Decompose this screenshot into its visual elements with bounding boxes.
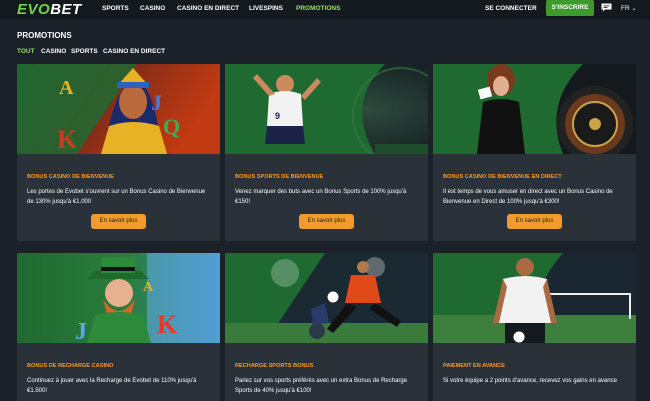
nav-item-sports[interactable]: SPORTS	[102, 5, 129, 13]
promo-card-sports-welcome: 9 BONUS SPORTS DE BIENVENUE Venez marque…	[225, 64, 428, 241]
promo-image: A K J Q	[17, 64, 220, 154]
learn-more-button[interactable]: En savoir plus	[299, 214, 354, 229]
promo-description: Si votre équipe a 2 points d'avance, rec…	[443, 378, 617, 384]
promo-title: BONUS CASINO DE BIENVENUE EN DIRECT	[443, 174, 562, 180]
promo-description: Les portes de Evobet s'ouvrent sur un Bo…	[27, 189, 206, 205]
promo-description: Pariez sur vos sports préférés avec un e…	[235, 378, 408, 394]
promo-title: BONUS DE RECHARGE CASINO	[27, 363, 114, 369]
promo-card-early-payout: PAIEMENT EN AVANCE Si votre équipe a 2 p…	[433, 253, 636, 401]
promo-title: RECHARGE SPORTS BONUS	[235, 363, 314, 369]
filter-tab-live-casino[interactable]: CASINO EN DIRECT	[103, 48, 165, 56]
nav-item-live-casino[interactable]: CASINO EN DIRECT	[177, 5, 239, 13]
promo-image: 9	[225, 64, 428, 154]
filter-tab-all[interactable]: TOUT	[17, 48, 35, 56]
promo-card-casino-reload: J K A BONUS DE RECHARGE CASINO Continuez…	[17, 253, 220, 401]
promo-description: Continuez à jouer avec la Recharge de Ev…	[27, 378, 197, 394]
chat-icon[interactable]	[601, 3, 612, 12]
evobet-logo[interactable]: EVOBET	[17, 2, 82, 17]
page-title: PROMOTIONS	[17, 31, 72, 40]
nav-item-promotions[interactable]: PROMOTIONS	[296, 5, 340, 13]
promo-description: Venez marquer des buts avec un Bonus Spo…	[235, 189, 407, 205]
top-navigation-bar: EVOBET SPORTS CASINO CASINO EN DIRECT LI…	[0, 0, 650, 19]
promo-title: BONUS SPORTS DE BIENVENUE	[235, 174, 324, 180]
promo-card-casino-welcome: A K J Q BONUS CASINO DE BIENVENUE Les po…	[17, 64, 220, 241]
filter-tab-sports[interactable]: SPORTS	[71, 48, 98, 56]
promo-image: J K A	[17, 253, 220, 343]
login-link[interactable]: SE CONNECTER	[485, 5, 537, 13]
learn-more-button[interactable]: En savoir plus	[91, 214, 146, 229]
chevron-down-icon: ⌄	[631, 6, 637, 12]
promo-image	[433, 64, 636, 154]
svg-text:9: 9	[275, 111, 280, 121]
promo-card-sports-reload: RECHARGE SPORTS BONUS Pariez sur vos spo…	[225, 253, 428, 401]
svg-text:Q: Q	[163, 114, 180, 139]
svg-text:J: J	[75, 319, 87, 343]
promo-image	[433, 253, 636, 343]
svg-text:A: A	[59, 77, 74, 99]
learn-more-button[interactable]: En savoir plus	[507, 214, 562, 229]
nav-item-casino[interactable]: CASINO	[140, 5, 165, 13]
nav-item-livespins[interactable]: LIVESPINS	[249, 5, 283, 13]
register-button[interactable]: S'INSCRIRE	[546, 0, 594, 16]
promo-image	[225, 253, 428, 343]
promo-card-live-casino-welcome: BONUS CASINO DE BIENVENUE EN DIRECT Il e…	[433, 64, 636, 241]
svg-text:K: K	[57, 125, 78, 154]
svg-text:J: J	[151, 90, 162, 115]
filter-tab-casino[interactable]: CASINO	[41, 48, 66, 56]
svg-text:K: K	[157, 310, 178, 339]
promo-title: PAIEMENT EN AVANCE	[443, 363, 505, 369]
language-selector[interactable]: FR ⌄	[621, 5, 637, 13]
promo-description: Il est temps de vous amuser en direct av…	[443, 189, 613, 205]
svg-text:A: A	[143, 280, 154, 295]
promo-title: BONUS CASINO DE BIENVENUE	[27, 174, 115, 180]
